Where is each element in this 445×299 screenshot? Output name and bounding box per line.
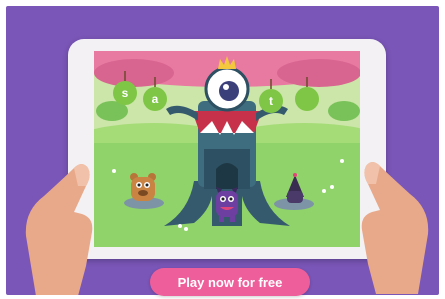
game-scene: s a t [94,51,360,247]
left-hand [25,164,93,295]
game-screen: s a t [94,51,360,247]
promo-banner: s a t [6,6,439,295]
svg-text:a: a [152,92,159,106]
play-now-button[interactable]: Play now for free [150,268,310,296]
tablet-device: s a t [68,39,386,259]
right-hand [361,162,429,294]
purple-monster-character[interactable] [216,187,238,222]
svg-text:s: s [122,86,129,100]
svg-text:t: t [269,94,273,108]
bear-character[interactable] [130,173,156,201]
